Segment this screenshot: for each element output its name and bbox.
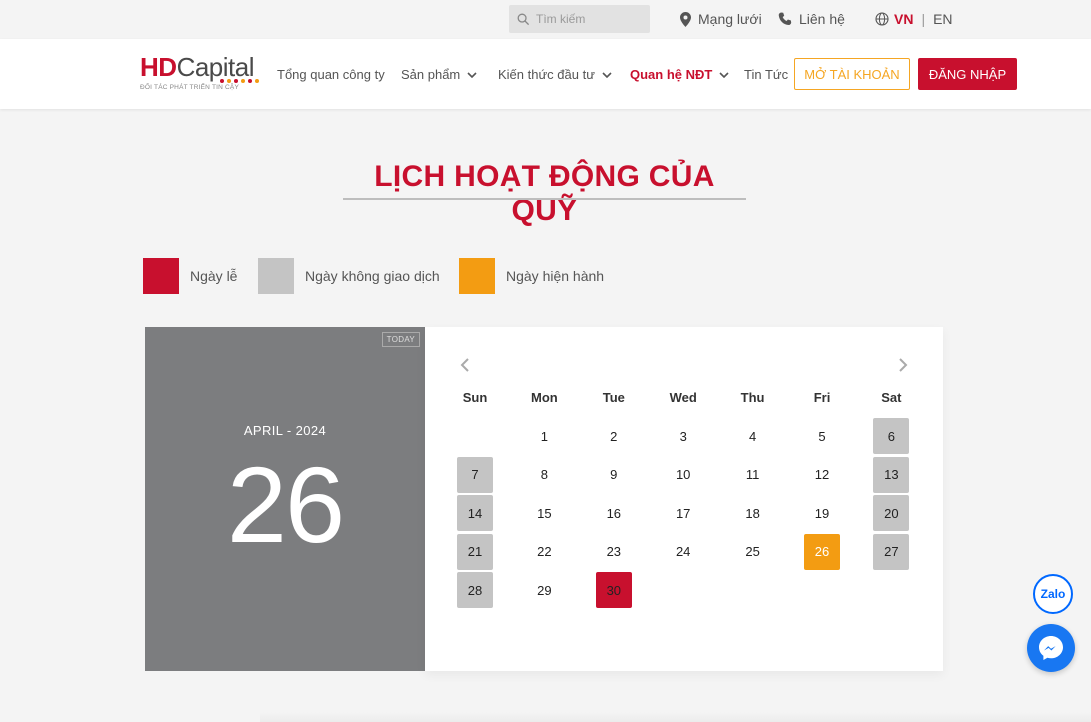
contact-label: Liên hệ bbox=[799, 11, 845, 27]
chevron-down-icon bbox=[602, 71, 612, 78]
globe-icon bbox=[875, 12, 889, 26]
calendar-day[interactable]: 9 bbox=[596, 457, 632, 493]
calendar-day[interactable]: 18 bbox=[735, 495, 771, 531]
page-title: LỊCH HOẠT ĐỘNG CỦA QUỸ bbox=[374, 160, 715, 227]
legend-swatch-holiday bbox=[143, 258, 179, 294]
nav-investor-relations[interactable]: Quan hệ NĐT bbox=[630, 67, 729, 82]
legend-swatch-current bbox=[459, 258, 495, 294]
network-label: Mạng lưới bbox=[698, 11, 762, 27]
selected-day-number: 26 bbox=[226, 444, 345, 565]
calendar-day[interactable]: 22 bbox=[526, 534, 562, 570]
calendar-day[interactable]: 11 bbox=[735, 457, 771, 493]
login-button[interactable]: ĐĂNG NHẬP bbox=[918, 58, 1017, 90]
calendar-day[interactable]: 4 bbox=[735, 418, 771, 454]
messenger-chat-button[interactable] bbox=[1027, 624, 1075, 672]
zalo-label: Zalo bbox=[1040, 587, 1066, 601]
nav-label: Quan hệ NĐT bbox=[630, 67, 713, 82]
calendar-day[interactable]: 3 bbox=[665, 418, 701, 454]
chevron-left-icon[interactable] bbox=[457, 356, 473, 374]
calendar-day[interactable]: 16 bbox=[596, 495, 632, 531]
weekday-header: Sat bbox=[881, 390, 902, 405]
logo-hd: HD bbox=[140, 52, 177, 82]
messenger-icon bbox=[1039, 636, 1063, 660]
weekday-header: Thu bbox=[740, 390, 765, 405]
calendar-day-non-trading[interactable]: 21 bbox=[457, 533, 493, 570]
calendar-day-non-trading[interactable]: 14 bbox=[457, 495, 493, 531]
title-underline bbox=[343, 198, 746, 200]
calendar-grid: Sun Mon Tue Wed Thu Fri Sat 1 2 3 4 5 6 7 8 9 10 11 12 13 14… bbox=[425, 327, 943, 671]
calendar-day[interactable]: 23 bbox=[596, 534, 632, 570]
search-box[interactable] bbox=[509, 5, 650, 33]
nav-label: Tin Tức bbox=[744, 67, 789, 82]
today-button[interactable]: TODAY bbox=[381, 332, 420, 347]
lang-en[interactable]: EN bbox=[933, 11, 952, 27]
calendar-day[interactable]: 8 bbox=[526, 457, 562, 493]
calendar-day[interactable]: 10 bbox=[665, 457, 701, 493]
calendar-day[interactable]: 5 bbox=[804, 418, 840, 454]
legend-current: Ngày hiện hành bbox=[459, 258, 604, 294]
footer-edge bbox=[260, 712, 1091, 722]
calendar-day[interactable]: 12 bbox=[804, 457, 840, 493]
open-account-button[interactable]: MỞ TÀI KHOẢN bbox=[794, 58, 910, 90]
nav-label: Kiến thức đầu tư bbox=[498, 67, 595, 82]
calendar-day-non-trading[interactable]: 6 bbox=[873, 418, 910, 454]
calendar-day[interactable]: 19 bbox=[804, 495, 840, 531]
logo-capital: Capital bbox=[176, 52, 255, 82]
logo-tagline: ĐỐI TÁC PHÁT TRIỂN TIN CẬY bbox=[140, 84, 239, 91]
hdcapital-logo[interactable]: HDCapital ĐỐI TÁC PHÁT TRIỂN TIN CẬY bbox=[140, 54, 265, 96]
legend-non-trading: Ngày không giao dịch bbox=[258, 258, 440, 294]
calendar-day[interactable]: 25 bbox=[735, 534, 771, 570]
zalo-chat-button[interactable]: Zalo bbox=[1033, 574, 1073, 614]
chevron-right-icon[interactable] bbox=[895, 356, 911, 374]
calendar-day[interactable]: 24 bbox=[665, 534, 701, 570]
calendar-day-non-trading[interactable]: 28 bbox=[457, 572, 493, 608]
map-pin-icon bbox=[680, 11, 691, 27]
chevron-down-icon bbox=[719, 71, 729, 78]
legend-label: Ngày hiện hành bbox=[506, 268, 605, 284]
nav-label: Sản phẩm bbox=[401, 67, 461, 82]
lang-separator: | bbox=[921, 11, 926, 27]
top-utility-bar: Mạng lưới Liên hệ VN | EN bbox=[0, 0, 1091, 39]
logo-dots bbox=[220, 79, 259, 83]
legend-label: Ngày không giao dịch bbox=[305, 268, 440, 284]
network-link[interactable]: Mạng lưới bbox=[680, 11, 762, 27]
contact-link[interactable]: Liên hệ bbox=[778, 11, 845, 27]
lang-vn[interactable]: VN bbox=[894, 11, 913, 27]
weekday-header: Mon bbox=[531, 390, 558, 405]
weekday-header: Wed bbox=[669, 390, 697, 405]
calendar-day[interactable]: 2 bbox=[596, 418, 632, 454]
phone-icon bbox=[778, 12, 792, 25]
legend-label: Ngày lễ bbox=[190, 268, 238, 284]
chevron-down-icon bbox=[467, 71, 477, 78]
search-input[interactable] bbox=[536, 12, 636, 26]
calendar-day-non-trading[interactable]: 13 bbox=[873, 456, 910, 493]
calendar-day[interactable]: 29 bbox=[526, 572, 562, 608]
selected-date-panel: TODAY APRIL - 2024 26 bbox=[145, 327, 425, 671]
calendar-day-current[interactable]: 26 bbox=[804, 533, 840, 570]
nav-products[interactable]: Sản phẩm bbox=[401, 67, 477, 82]
main-header: HDCapital ĐỐI TÁC PHÁT TRIỂN TIN CẬY Tổn… bbox=[0, 39, 1091, 109]
legend-holiday: Ngày lễ bbox=[143, 258, 237, 294]
weekday-header: Sun bbox=[462, 390, 488, 405]
calendar-day-non-trading[interactable]: 27 bbox=[873, 533, 910, 570]
nav-investment-knowledge[interactable]: Kiến thức đầu tư bbox=[498, 67, 612, 82]
nav-news[interactable]: Tin Tức bbox=[744, 67, 788, 82]
weekday-header: Tue bbox=[602, 390, 625, 405]
weekday-header: Fri bbox=[813, 390, 831, 405]
nav-company-overview[interactable]: Tổng quan công ty bbox=[277, 67, 385, 82]
selected-month-year: APRIL - 2024 bbox=[243, 423, 327, 438]
nav-label: Tổng quan công ty bbox=[277, 67, 385, 82]
calendar-day[interactable]: 17 bbox=[665, 495, 701, 531]
calendar-day-non-trading[interactable]: 20 bbox=[873, 495, 910, 531]
legend-swatch-non-trading bbox=[258, 258, 294, 294]
language-switcher: VN | EN bbox=[875, 11, 953, 27]
calendar-day[interactable]: 1 bbox=[526, 418, 562, 454]
calendar-day[interactable]: 15 bbox=[526, 495, 562, 531]
calendar-day-holiday[interactable]: 30 bbox=[595, 572, 632, 608]
search-icon bbox=[517, 13, 530, 25]
calendar-day-non-trading[interactable]: 7 bbox=[457, 456, 493, 493]
